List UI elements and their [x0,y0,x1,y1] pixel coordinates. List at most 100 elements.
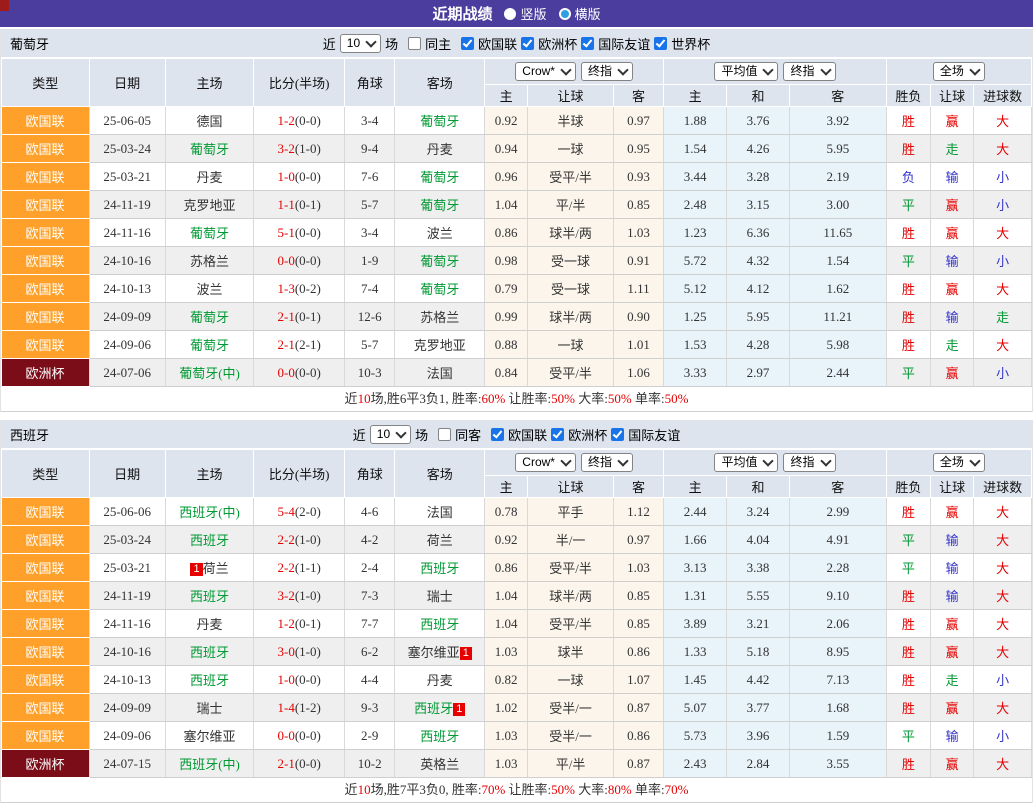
final-odds-select[interactable]: 终指 [581,62,633,81]
team-name-text: 西班牙(中) [179,505,240,520]
score-cell: 0-0(0-0) [254,247,345,275]
score-cell: 3-2(1-0) [254,582,345,610]
final-odds-select[interactable]: 终指 [581,453,633,472]
odds-company-select[interactable]: Crow* [515,453,576,472]
odds-home-cell: 0.96 [485,163,528,191]
handicap-result-cell: 赢 [931,610,974,638]
header-select-group: Crow* 终指 [485,450,664,476]
match-row: 欧国联25-03-24西班牙2-2(1-0)4-2荷兰0.92半/一0.971.… [2,526,1032,554]
home-team-cell: 西班牙 [165,582,254,610]
team-name-text: 葡萄牙 [420,114,459,129]
competition-checkbox-checked[interactable] [581,37,594,50]
match-row: 欧洲杯24-07-15西班牙(中)2-1(0-0)10-2英格兰1.03平/半0… [2,750,1032,778]
full-match-select[interactable]: 全场 [933,62,985,81]
full-match-select[interactable]: 全场 [933,453,985,472]
avg-home-cell: 3.44 [664,163,727,191]
same-side-checkbox-unchecked[interactable] [408,37,421,50]
same-side-checkbox-unchecked[interactable] [438,428,451,441]
column-header: 日期 [89,450,165,498]
layout-option-horizontal[interactable]: 横版 [559,4,601,23]
corner-cell: 10-3 [344,359,394,387]
corner-cell: 7-3 [344,582,394,610]
score-cell: 3-0(1-0) [254,638,345,666]
fulltime-score: 1-2 [277,616,294,631]
goals-result-cell: 大 [974,526,1032,554]
team-name-text: 克罗地亚 [414,338,466,353]
avg-away-cell: 1.62 [789,275,886,303]
avg-home-cell: 1.31 [664,582,727,610]
away-team-cell: 葡萄牙 [395,275,485,303]
red-card-badge: 1 [190,563,202,576]
handicap-cell: 平/半 [528,191,613,219]
avg-home-cell: 1.54 [664,135,727,163]
odds-away-cell: 0.85 [613,191,663,219]
final-odds-select-2-value: 终指 [790,64,814,79]
competition-checkbox-checked[interactable] [491,428,504,441]
odds-away-cell: 1.03 [613,219,663,247]
goals-result-cell: 大 [974,331,1032,359]
team-name-text: 丹麦 [197,617,223,632]
avg-away-cell: 4.91 [789,526,886,554]
final-odds-select-2[interactable]: 终指 [783,62,835,81]
avg-draw-cell: 5.55 [727,582,790,610]
average-select[interactable]: 平均值 [714,62,778,81]
avg-draw-cell: 4.42 [727,666,790,694]
column-header: 客场 [395,450,485,498]
goals-result-cell: 大 [974,498,1032,526]
team-name-text: 荷兰 [203,561,229,576]
odds-home-cell: 0.78 [485,498,528,526]
match-count-select[interactable]: 10 [370,425,411,444]
average-select[interactable]: 平均值 [714,453,778,472]
competition-checkbox-checked[interactable] [521,37,534,50]
team-section: 葡萄牙近10场同主欧国联欧洲杯国际友谊世界杯类型日期主场比分(半场)角球客场Cr… [0,29,1033,412]
home-team-cell: 葡萄牙(中) [165,359,254,387]
handicap-result-cell: 输 [931,303,974,331]
corner-cell: 5-7 [344,191,394,219]
score-cell: 1-2(0-0) [254,107,345,135]
home-team-cell: 塞尔维亚 [165,722,254,750]
fulltime-score: 1-3 [277,281,294,296]
layout-option-vertical[interactable]: 竖版 [504,4,546,23]
column-header: 角球 [344,450,394,498]
halftime-score: (0-0) [295,169,321,184]
goals-result-cell: 大 [974,610,1032,638]
handicap-result-cell: 赢 [931,107,974,135]
handicap-cell: 平手 [528,498,613,526]
avg-away-cell: 5.95 [789,135,886,163]
odds-away-cell: 0.85 [613,582,663,610]
odds-away-cell: 1.01 [613,331,663,359]
avg-draw-cell: 4.26 [727,135,790,163]
odds-away-cell: 0.87 [613,694,663,722]
home-team-cell: 苏格兰 [165,247,254,275]
avg-away-cell: 2.99 [789,498,886,526]
date-cell: 24-11-19 [89,191,165,219]
avg-home-cell: 1.66 [664,526,727,554]
competition-checkbox-checked[interactable] [654,37,667,50]
match-count-select[interactable]: 10 [340,34,381,53]
odds-company-select[interactable]: Crow* [515,62,576,81]
match-row: 欧国联24-09-09瑞士1-4(1-2)9-3西班牙11.02受半/一0.87… [2,694,1032,722]
avg-home-cell: 5.07 [664,694,727,722]
team-name-text: 德国 [197,114,223,129]
team-name-text: 克罗地亚 [184,198,236,213]
fulltime-score: 0-0 [277,728,294,743]
team-section: 西班牙近10场同客欧国联欧洲杯国际友谊类型日期主场比分(半场)角球客场Crow*… [0,420,1033,803]
competition-checkbox-checked[interactable] [461,37,474,50]
fulltime-score: 3-2 [277,588,294,603]
team-name-text: 葡萄牙(中) [179,366,240,381]
handicap-cell: 球半/两 [528,303,613,331]
date-cell: 25-03-21 [89,163,165,191]
home-team-cell: 葡萄牙 [165,135,254,163]
column-header: 角球 [344,59,394,107]
competition-checkbox-checked[interactable] [611,428,624,441]
competition-checkbox-checked[interactable] [551,428,564,441]
result-cell: 胜 [886,694,930,722]
summary-part: 场,胜7平3负0, 胜率: [371,782,482,797]
final-odds-select-2[interactable]: 终指 [783,453,835,472]
odds-company-select-value: Crow* [522,64,555,79]
avg-home-cell: 1.53 [664,331,727,359]
avg-away-cell: 2.06 [789,610,886,638]
goals-result-cell: 大 [974,107,1032,135]
average-select-value: 平均值 [721,64,757,79]
corner-cell: 7-4 [344,275,394,303]
